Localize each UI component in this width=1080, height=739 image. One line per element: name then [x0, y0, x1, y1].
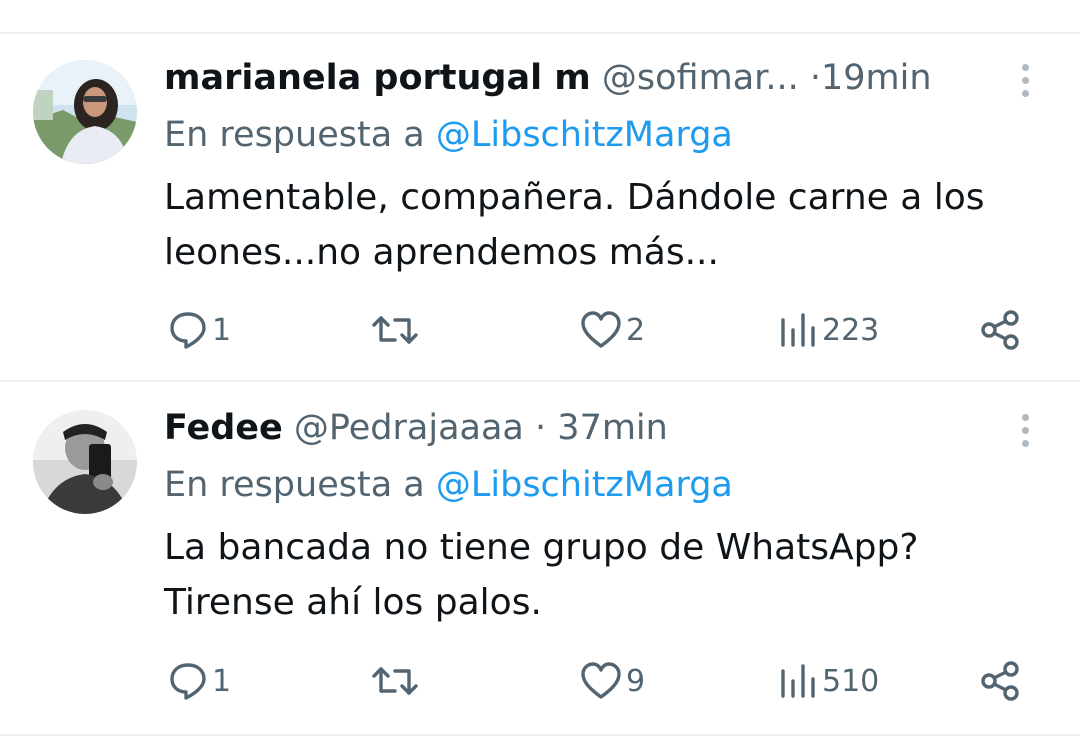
like-count: 9 — [626, 663, 646, 699]
tweet-text-line: leones...no aprendemos más... — [164, 232, 719, 273]
avatar[interactable] — [33, 60, 137, 164]
display-name[interactable]: Fedee — [164, 408, 283, 448]
avatar[interactable] — [33, 410, 137, 514]
user-handle[interactable]: @sofimar... — [602, 58, 799, 98]
reply-prefix: En respuesta a — [164, 465, 425, 505]
like-button[interactable]: 9 — [580, 656, 645, 706]
reply-mention-link[interactable]: @LibschitzMarga — [436, 465, 733, 505]
heart-icon — [581, 662, 621, 699]
timestamp[interactable]: 19min — [821, 58, 932, 98]
retweet-button[interactable] — [371, 305, 423, 355]
reply-icon — [170, 312, 206, 349]
tweet-text-line: Lamentable, compañera. Dándole carne a l… — [164, 177, 985, 218]
tweet-text-line: La bancada no tiene grupo de WhatsApp? — [164, 527, 919, 568]
views-count: 510 — [822, 663, 880, 699]
top-divider — [0, 32, 1080, 34]
separator-dot: · — [809, 58, 821, 98]
reply-mention-link[interactable]: @LibschitzMarga — [436, 115, 733, 155]
tweet-text: Lamentable, compañera. Dándole carne a l… — [164, 170, 1044, 280]
more-vertical-icon[interactable] — [1014, 410, 1038, 450]
retweet-icon — [372, 316, 418, 344]
views-count: 223 — [822, 312, 880, 348]
share-icon — [981, 310, 1019, 350]
views-chart-icon — [781, 664, 815, 698]
views-button[interactable]: 223 — [778, 305, 879, 355]
reply-prefix: En respuesta a — [164, 115, 425, 155]
tweet-divider — [0, 380, 1080, 382]
bottom-divider — [0, 734, 1080, 736]
tweet-header: Fedee @Pedrajaaaa · 37min — [164, 403, 990, 453]
share-button[interactable] — [980, 305, 1022, 355]
share-icon — [981, 661, 1019, 701]
like-button[interactable]: 2 — [580, 305, 645, 355]
display-name[interactable]: marianela portugal m — [164, 58, 591, 98]
timestamp[interactable]: 37min — [557, 408, 668, 448]
tweet-text: La bancada no tiene grupo de WhatsApp? T… — [164, 520, 1044, 630]
like-count: 2 — [626, 312, 646, 348]
reply-context: En respuesta a @LibschitzMarga — [164, 460, 733, 510]
reply-button[interactable]: 1 — [168, 656, 231, 706]
views-button[interactable]: 510 — [778, 656, 879, 706]
reply-icon — [170, 663, 206, 700]
reply-context: En respuesta a @LibschitzMarga — [164, 110, 733, 160]
share-button[interactable] — [980, 656, 1022, 706]
tweet-header: marianela portugal m @sofimar... ·19min — [164, 53, 990, 103]
more-vertical-icon[interactable] — [1014, 60, 1038, 100]
user-handle[interactable]: @Pedrajaaaa — [294, 408, 524, 448]
tweet-text-line: Tirense ahí los palos. — [164, 582, 542, 623]
separator-dot: · — [535, 408, 547, 448]
reply-count: 1 — [212, 312, 232, 348]
reply-button[interactable]: 1 — [168, 305, 231, 355]
retweet-button[interactable] — [371, 656, 423, 706]
reply-count: 1 — [212, 663, 232, 699]
retweet-icon — [372, 667, 418, 695]
views-chart-icon — [781, 313, 815, 347]
heart-icon — [581, 311, 621, 348]
